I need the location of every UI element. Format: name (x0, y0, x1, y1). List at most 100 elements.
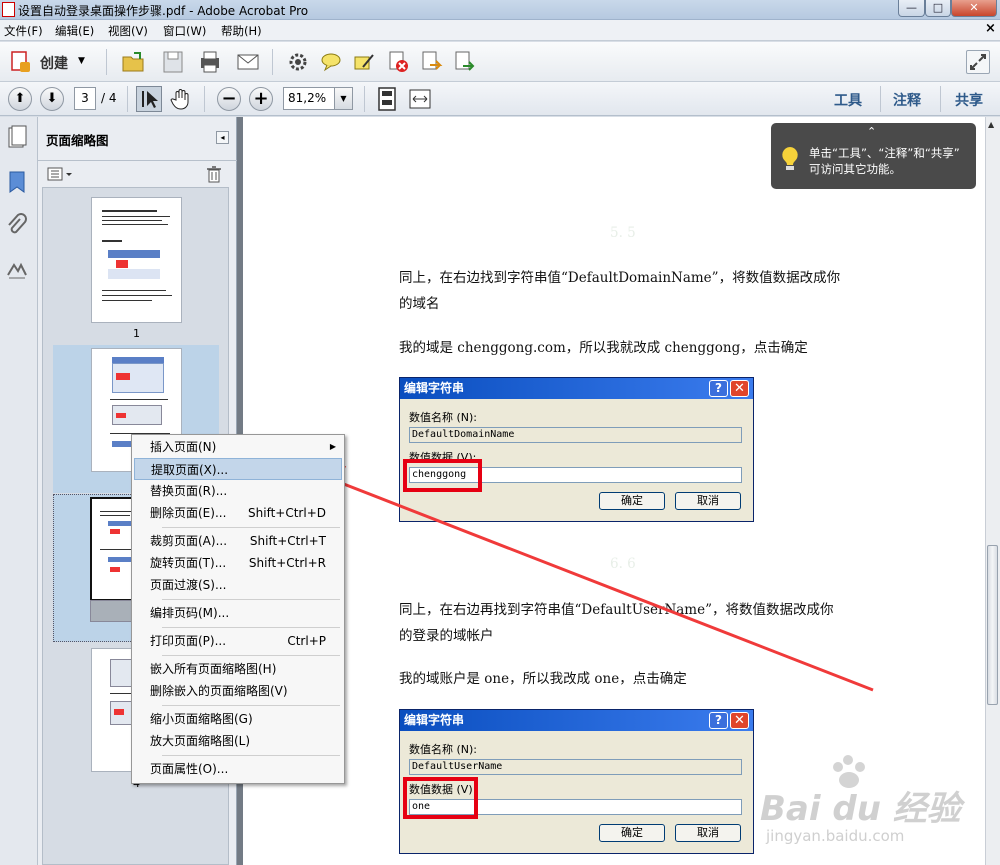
settings-gear-icon[interactable] (285, 49, 311, 75)
menu-item-delete-pages[interactable]: 删除页面(E)... Shift+Ctrl+D (134, 502, 342, 524)
paragraph-1-line-1: 同上，在右边找到字符串值“DefaultDomainName”，将数值数据改成你 (399, 270, 841, 286)
thumbnail-options-menu-icon[interactable] (46, 165, 74, 183)
value-name-label: 数值名称 (N): (409, 743, 478, 756)
attachments-paperclip-icon[interactable] (6, 213, 28, 239)
maximize-button[interactable]: □ (925, 0, 951, 17)
bookmarks-icon[interactable] (6, 169, 28, 195)
page-total: / 4 (101, 91, 117, 105)
close-document-button[interactable]: × (985, 21, 996, 36)
toolbar-separator (880, 86, 881, 112)
ok-button[interactable]: 确定 (599, 492, 665, 510)
toolbar-separator (106, 49, 107, 75)
cancel-button[interactable]: 取消 (675, 492, 741, 510)
menu-separator (162, 755, 340, 756)
hand-tool-icon[interactable] (168, 86, 194, 112)
dialog-close-button[interactable]: ✕ (730, 712, 749, 729)
zoom-out-icon[interactable]: − (217, 87, 241, 111)
thumbnail-context-menu: 插入页面(N) ▶ 提取页面(X)... 替换页面(R)... 删除页面(E)..… (131, 434, 345, 784)
menu-item-print-pages[interactable]: 打印页面(P)... Ctrl+P (134, 630, 342, 652)
sign-pen-icon[interactable] (351, 49, 377, 75)
menu-item-replace-pages[interactable]: 替换页面(R)... (134, 480, 342, 502)
comment-pane-button[interactable]: 注释 (893, 90, 921, 110)
delete-trash-icon[interactable] (206, 165, 222, 183)
page-thumbnails-icon[interactable] (6, 125, 28, 151)
highlight-box (403, 777, 478, 819)
menu-bar: 文件(F) 编辑(E) 视图(V) 窗口(W) 帮助(H) × (0, 20, 1000, 41)
open-folder-icon[interactable] (120, 49, 146, 75)
share-document-icon[interactable] (451, 49, 477, 75)
share-pane-button[interactable]: 共享 (955, 90, 983, 110)
panel-divider (38, 160, 237, 161)
tools-pane-button[interactable]: 工具 (834, 90, 862, 110)
title-bar: 设置自动登录桌面操作步骤.pdf - Adobe Acrobat Pro — □… (0, 0, 1000, 20)
menu-item-extract-pages[interactable]: 提取页面(X)... (134, 458, 342, 480)
dialog-help-button[interactable]: ? (709, 380, 728, 397)
zoom-dropdown-arrow-icon[interactable]: ▼ (334, 87, 353, 110)
menu-item-embed-thumbnails[interactable]: 嵌入所有页面缩略图(H) (134, 658, 342, 680)
collapse-panel-icon[interactable]: ◂ (216, 131, 229, 144)
comment-bubble-icon[interactable] (318, 49, 344, 75)
menu-item-reduce-thumbnails[interactable]: 缩小页面缩略图(G) (134, 708, 342, 730)
menu-separator (162, 705, 340, 706)
minimize-button[interactable]: — (898, 0, 925, 17)
menu-item-number-pages[interactable]: 编排页码(M)... (134, 602, 342, 624)
zoom-in-icon[interactable]: + (249, 87, 273, 111)
close-window-button[interactable]: ✕ (951, 0, 997, 17)
value-name-label: 数值名称 (N): (409, 411, 478, 424)
cancel-button[interactable]: 取消 (675, 824, 741, 842)
watermark-url: jingyan.baidu.com (766, 827, 905, 845)
menu-item-insert-pages[interactable]: 插入页面(N) ▶ (134, 436, 342, 458)
menu-edit[interactable]: 编辑(E) (55, 23, 94, 39)
menu-item-rotate-pages[interactable]: 旋转页面(T)... Shift+Ctrl+R (134, 552, 342, 574)
fullscreen-expand-icon[interactable] (966, 50, 990, 74)
fit-width-icon[interactable] (407, 86, 433, 112)
create-label: 创建 (40, 56, 68, 72)
menu-view[interactable]: 视图(V) (108, 23, 148, 39)
menu-separator (162, 627, 340, 628)
dialog-close-button[interactable]: ✕ (730, 380, 749, 397)
secure-document-icon[interactable] (385, 49, 411, 75)
baidu-jingyan-watermark: Bai du 经验 jingyan.baidu.com (760, 755, 961, 850)
menu-item-crop-pages[interactable]: 裁剪页面(A)... Shift+Ctrl+T (134, 530, 342, 552)
menu-separator (162, 527, 340, 528)
save-icon[interactable] (160, 49, 186, 75)
paragraph-1-line-2: 的域名 (399, 296, 440, 312)
menu-help[interactable]: 帮助(H) (221, 23, 262, 39)
signatures-icon[interactable] (6, 257, 28, 283)
previous-page-up-arrow-icon[interactable]: ⬆ (8, 87, 32, 111)
scrollbar-thumb[interactable] (987, 545, 998, 705)
menu-item-enlarge-thumbnails[interactable]: 放大页面缩略图(L) (134, 730, 342, 752)
step-number-faint: 6. 6 (610, 556, 636, 572)
email-icon[interactable] (235, 49, 261, 75)
page-number-input[interactable]: 3 (74, 87, 96, 110)
navigation-pane-strip (0, 117, 38, 865)
menu-file[interactable]: 文件(F) (4, 23, 43, 39)
select-cursor-icon[interactable] (136, 86, 162, 112)
fit-page-icon[interactable] (374, 86, 400, 112)
page-thumbnail-1[interactable] (91, 197, 182, 323)
toolbar-separator (364, 86, 365, 112)
zoom-level-input[interactable]: 81,2% (283, 87, 335, 110)
next-page-down-arrow-icon[interactable]: ⬇ (40, 87, 64, 111)
feature-tooltip: ⌃ 单击“工具”、“注释”和“共享” 可访问其它功能。 (771, 123, 976, 189)
create-pdf-icon (11, 51, 30, 72)
menu-window[interactable]: 窗口(W) (163, 23, 206, 39)
create-button[interactable]: 创建 ▼ (6, 48, 96, 76)
edit-string-dialog-1: 编辑字符串 ? ✕ 数值名称 (N): DefaultDomainName 数值… (399, 377, 754, 522)
highlight-box (403, 459, 482, 492)
paragraph-3-line-2: 的登录的域帐户 (399, 628, 494, 644)
print-icon[interactable] (197, 49, 223, 75)
paragraph-4: 我的域账户是 one，所以我改成 one，点击确定 (399, 671, 687, 687)
vertical-scrollbar[interactable]: ▲ (985, 117, 1000, 865)
scroll-up-arrow-icon[interactable]: ▲ (988, 120, 994, 129)
ok-button[interactable]: 确定 (599, 824, 665, 842)
menu-item-page-transitions[interactable]: 页面过渡(S)... (134, 574, 342, 596)
menu-item-remove-embedded-thumbnails[interactable]: 删除嵌入的页面缩略图(V) (134, 680, 342, 702)
submenu-arrow-icon: ▶ (329, 442, 336, 451)
paragraph-3-line-1: 同上，在右边再找到字符串值“DefaultUserName”，将数值数据改成你 (399, 602, 834, 618)
dialog-help-button[interactable]: ? (709, 712, 728, 729)
main-toolbar: 创建 ▼ (0, 42, 1000, 82)
menu-item-page-properties[interactable]: 页面属性(O)... (134, 758, 342, 780)
tooltip-collapse-chevron-icon[interactable]: ⌃ (867, 125, 876, 138)
export-document-icon[interactable] (418, 49, 444, 75)
